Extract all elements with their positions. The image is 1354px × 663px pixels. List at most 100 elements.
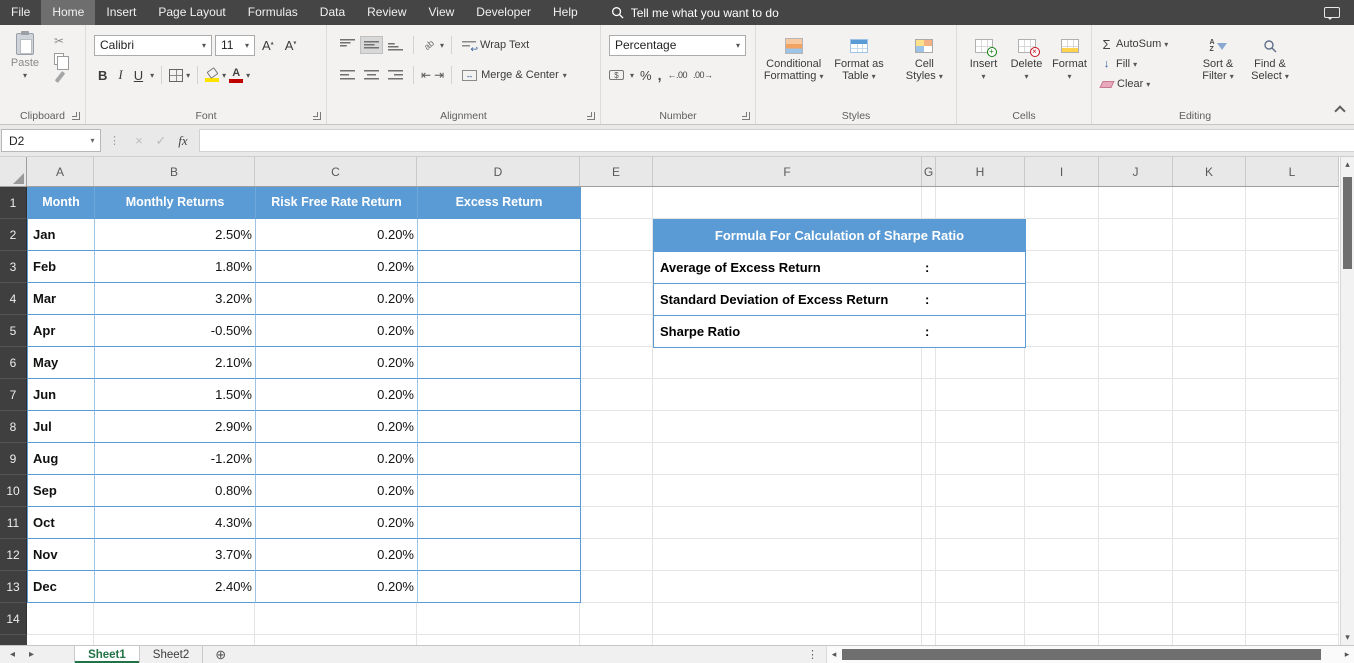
column-header-J[interactable]: J	[1099, 157, 1173, 186]
table-cell[interactable]: 0.20%	[256, 411, 418, 443]
table-cell[interactable]	[418, 571, 581, 603]
chevron-down-icon[interactable]: ▾	[630, 71, 634, 80]
font-size-combo[interactable]: 11▾	[215, 35, 255, 56]
autosum-button[interactable]: ΣAutoSum▾	[1094, 34, 1192, 54]
table-cell[interactable]: 4.30%	[95, 507, 256, 539]
table-cell[interactable]: 0.20%	[256, 219, 418, 251]
column-header-L[interactable]: L	[1246, 157, 1339, 186]
chevron-down-icon[interactable]: ▾	[186, 71, 190, 80]
horizontal-scrollbar-thumb[interactable]	[842, 649, 1321, 660]
decrease-font-size-button[interactable]: A▾	[281, 37, 301, 54]
paste-button[interactable]: Paste ▾	[4, 33, 46, 106]
table-cell[interactable]: 0.20%	[256, 379, 418, 411]
row-header-4[interactable]: 4	[0, 283, 27, 315]
ribbon-tab-home[interactable]: Home	[41, 0, 95, 25]
fill-button[interactable]: ↓Fill▾	[1094, 54, 1192, 74]
row-header-8[interactable]: 8	[0, 411, 27, 443]
row-header-2[interactable]: 2	[0, 219, 27, 251]
column-header-E[interactable]: E	[580, 157, 653, 186]
scroll-left-icon[interactable]: ◂	[827, 649, 841, 660]
align-top-icon[interactable]	[337, 37, 358, 53]
horizontal-scrollbar-track[interactable]	[841, 649, 1340, 660]
vertical-scrollbar-thumb[interactable]	[1343, 177, 1352, 269]
table-cell[interactable]: Aug	[28, 443, 95, 475]
decrease-indent-icon[interactable]: ⇤	[421, 68, 431, 82]
dialog-launcher-icon[interactable]	[72, 112, 80, 120]
ribbon-tab-file[interactable]: File	[0, 0, 41, 25]
table-cell[interactable]: Jan	[28, 219, 95, 251]
row-header-10[interactable]: 10	[0, 475, 27, 507]
borders-icon[interactable]	[169, 69, 183, 82]
horizontal-scrollbar[interactable]: ◂ ▸	[826, 646, 1354, 663]
ribbon-tab-view[interactable]: View	[418, 0, 466, 25]
table-header-cell[interactable]: Monthly Returns	[95, 187, 256, 219]
format-painter-icon[interactable]	[55, 71, 66, 83]
add-sheet-button[interactable]: ⊕	[215, 647, 226, 663]
collapse-ribbon-icon[interactable]	[1334, 105, 1345, 116]
align-bottom-icon[interactable]	[385, 37, 406, 53]
column-header-D[interactable]: D	[417, 157, 580, 186]
font-name-combo[interactable]: Calibri▾	[94, 35, 212, 56]
table-cell[interactable]	[418, 507, 581, 539]
sheet-scroll-right-icon[interactable]: ▸	[29, 649, 34, 660]
table-cell[interactable]: 0.80%	[95, 475, 256, 507]
sheet-cells[interactable]: MonthMonthly ReturnsRisk Free Rate Retur…	[27, 187, 1339, 645]
formula-input[interactable]	[199, 129, 1354, 152]
table-cell[interactable]	[418, 379, 581, 411]
table-cell[interactable]: 0.20%	[256, 507, 418, 539]
table-cell[interactable]: 2.90%	[95, 411, 256, 443]
dialog-launcher-icon[interactable]	[742, 112, 750, 120]
table-cell[interactable]	[418, 443, 581, 475]
table-header-cell[interactable]: Month	[28, 187, 95, 219]
table-cell[interactable]: Feb	[28, 251, 95, 283]
chevron-down-icon[interactable]: ▾	[222, 71, 226, 80]
format-as-table-button[interactable]: Format as Table ▾	[827, 33, 890, 106]
scroll-right-icon[interactable]: ▸	[1340, 649, 1354, 660]
decrease-decimal-icon[interactable]: .00→	[693, 70, 713, 80]
table-cell[interactable]: 1.50%	[95, 379, 256, 411]
row-header-3[interactable]: 3	[0, 251, 27, 283]
cut-icon[interactable]: ✂	[54, 35, 64, 47]
row-header-13[interactable]: 13	[0, 571, 27, 603]
number-format-select[interactable]: Percentage▾	[609, 35, 746, 56]
table-cell[interactable]	[418, 219, 581, 251]
table-cell[interactable]	[418, 251, 581, 283]
table-cell[interactable]: -0.50%	[95, 315, 256, 347]
vertical-scrollbar[interactable]: ▴ ▾	[1340, 157, 1354, 645]
table-cell[interactable]	[418, 411, 581, 443]
chevron-down-icon[interactable]: ▾	[150, 71, 154, 80]
resize-handle-icon[interactable]: ⋮	[109, 134, 120, 147]
align-left-icon[interactable]	[337, 67, 358, 83]
table-cell[interactable]: 0.20%	[256, 571, 418, 603]
ribbon-tab-insert[interactable]: Insert	[95, 0, 147, 25]
column-header-G[interactable]: G	[922, 157, 936, 186]
row-header-14[interactable]: 14	[0, 603, 27, 635]
table-cell[interactable]	[418, 283, 581, 315]
splitter-icon[interactable]: ⋮	[807, 648, 818, 661]
chevron-down-icon[interactable]: ▾	[85, 136, 100, 145]
chevron-down-icon[interactable]: ▾	[246, 71, 250, 80]
clear-button[interactable]: Clear▾	[1094, 74, 1192, 94]
table-cell[interactable]: 0.20%	[256, 475, 418, 507]
merge-center-button[interactable]: ↔Merge & Center▾	[459, 68, 570, 82]
row-header-9[interactable]: 9	[0, 443, 27, 475]
column-header-C[interactable]: C	[255, 157, 417, 186]
increase-decimal-icon[interactable]: ←.00	[667, 70, 687, 80]
table-header-cell[interactable]: Excess Return	[418, 187, 581, 219]
row-header-6[interactable]: 6	[0, 347, 27, 379]
sheet-scroll-left-icon[interactable]: ◂	[10, 649, 15, 660]
orientation-icon[interactable]: ab	[421, 38, 437, 52]
table-cell[interactable]: May	[28, 347, 95, 379]
scroll-up-icon[interactable]: ▴	[1341, 159, 1354, 170]
table-cell[interactable]: 0.20%	[256, 347, 418, 379]
column-header-H[interactable]: H	[936, 157, 1025, 186]
table-cell[interactable]: 2.50%	[95, 219, 256, 251]
table-header-cell[interactable]: Risk Free Rate Return	[256, 187, 418, 219]
table-cell[interactable]: 1.80%	[95, 251, 256, 283]
align-right-icon[interactable]	[385, 67, 406, 83]
table-cell[interactable]: Jul	[28, 411, 95, 443]
ribbon-tab-page-layout[interactable]: Page Layout	[147, 0, 236, 25]
ribbon-tab-review[interactable]: Review	[356, 0, 417, 25]
delete-cells-button[interactable]: × Delete ▾	[1006, 33, 1047, 106]
select-all-corner[interactable]	[0, 157, 27, 187]
